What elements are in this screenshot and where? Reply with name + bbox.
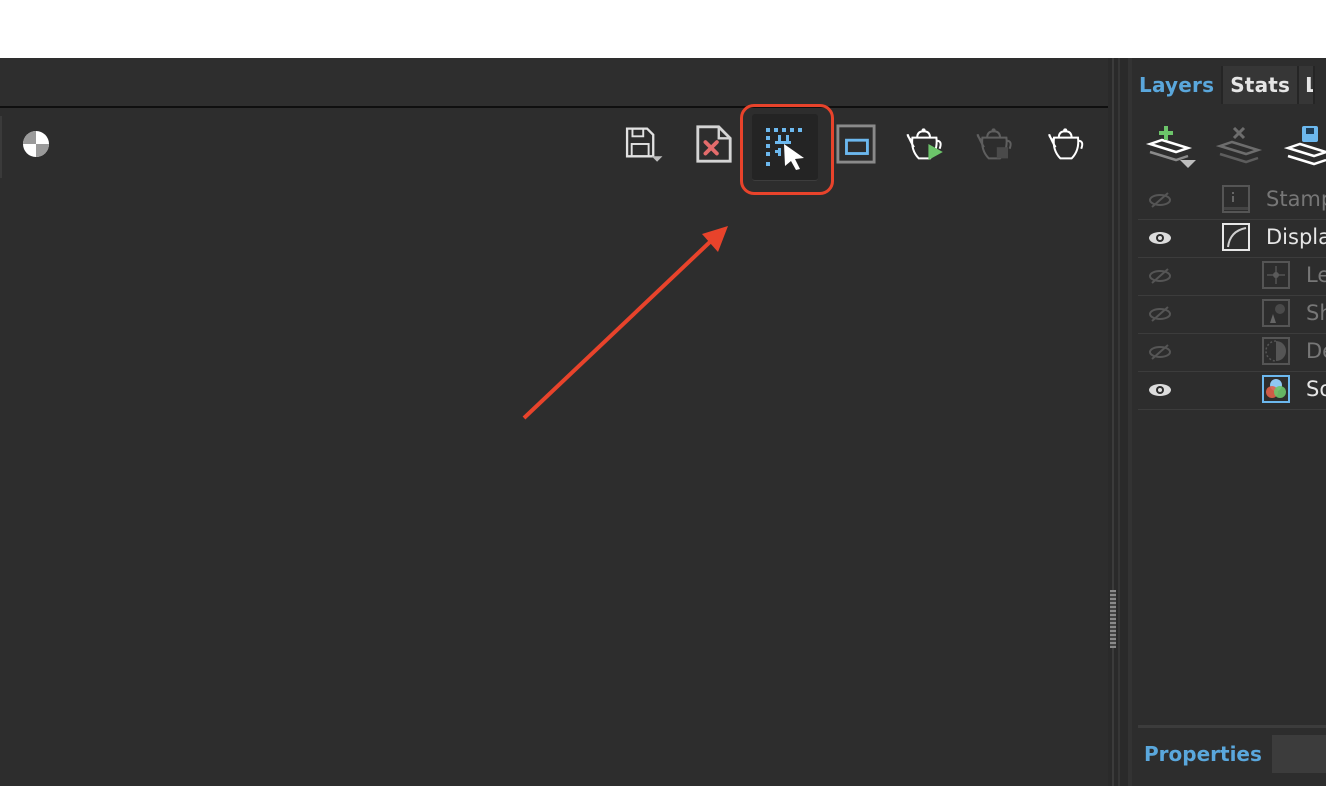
save-layers-button[interactable] [1284, 122, 1326, 170]
teapot-icon [1048, 128, 1084, 160]
render-viewport[interactable] [0, 108, 1108, 786]
curve-icon [1222, 223, 1250, 251]
layer-row-sharpen[interactable]: Sh [1138, 296, 1326, 334]
eye-hidden-icon[interactable] [1148, 267, 1172, 285]
layer-name: Sh [1306, 301, 1326, 325]
layer-row-stamp[interactable]: Stamp [1138, 182, 1326, 220]
stop-render-button[interactable] [976, 124, 1016, 164]
color-checker-icon[interactable] [16, 124, 56, 164]
left-divider [0, 116, 2, 178]
sharpen-icon [1262, 299, 1290, 327]
add-layer-button[interactable] [1144, 122, 1200, 170]
start-render-button[interactable] [906, 124, 946, 164]
delete-layer-icon [1216, 126, 1263, 164]
panel-tabs: Layers Stats L [1132, 66, 1316, 104]
eye-visible-icon[interactable] [1148, 381, 1172, 399]
source-rgb-icon [1262, 375, 1290, 403]
properties-label: Properties [1144, 742, 1262, 766]
eye-hidden-icon[interactable] [1148, 191, 1172, 209]
clear-image-button[interactable] [694, 124, 734, 164]
layer-name: Display [1266, 225, 1326, 249]
add-layer-icon [1145, 126, 1196, 168]
file-x-icon [696, 125, 732, 163]
frame-rect-icon [836, 124, 876, 164]
layer-name: So [1306, 377, 1326, 401]
splitter-grip[interactable] [1110, 590, 1116, 648]
eye-visible-icon[interactable] [1148, 229, 1172, 247]
denoise-icon [1262, 337, 1290, 365]
eye-hidden-icon[interactable] [1148, 343, 1172, 361]
tab-layers[interactable]: Layers [1132, 66, 1224, 104]
floppy-dropdown-icon [625, 127, 663, 162]
tab-stats[interactable]: Stats [1223, 66, 1300, 104]
eye-hidden-icon[interactable] [1148, 305, 1172, 323]
region-select-button[interactable] [752, 114, 818, 181]
layers-toolbar [1132, 114, 1326, 174]
layers-panel: Layers Stats L [1132, 58, 1326, 786]
panel-splitter[interactable] [1108, 58, 1132, 786]
region-select-cursor-icon [766, 128, 804, 170]
save-image-button[interactable] [624, 124, 664, 164]
layer-name: De [1306, 339, 1326, 363]
render-button[interactable] [1046, 124, 1086, 164]
frame-region-button[interactable] [836, 124, 876, 164]
tab-partial[interactable]: L [1299, 66, 1316, 104]
layer-name: Stamp [1266, 187, 1326, 211]
delete-layer-button[interactable] [1216, 122, 1266, 170]
layer-list: Stamp Display [1138, 182, 1326, 410]
layer-row-denoise[interactable]: De [1138, 334, 1326, 372]
layer-row-display[interactable]: Display [1138, 220, 1326, 258]
properties-divider [1138, 725, 1326, 728]
layer-row-lens[interactable]: Le [1138, 258, 1326, 296]
teapot-play-icon [906, 128, 943, 160]
teapot-stop-icon [976, 128, 1012, 160]
properties-field[interactable] [1272, 735, 1326, 773]
layer-name: Le [1306, 263, 1326, 287]
save-layers-icon [1284, 126, 1326, 166]
viewport-title-bar [0, 58, 1108, 108]
layer-row-source[interactable]: So [1138, 372, 1326, 410]
lens-flare-icon [1262, 261, 1290, 289]
info-stamp-icon [1222, 185, 1250, 213]
